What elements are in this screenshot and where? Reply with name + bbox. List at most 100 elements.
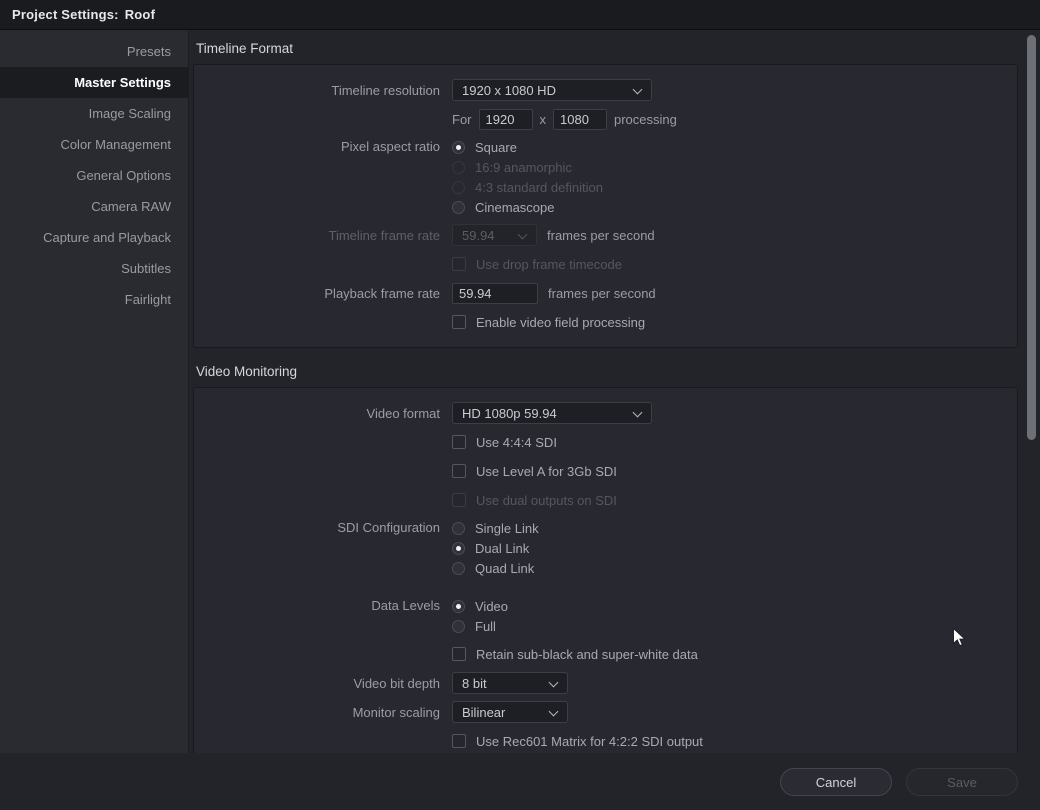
radio-sdi-dual-link[interactable]: Dual Link [452, 538, 539, 558]
radio-label-cinemascope: Cinemascope [475, 199, 555, 215]
settings-content: Timeline Format Timeline resolution 1920… [189, 30, 1040, 753]
spacer-data-levels [194, 585, 1017, 596]
dialog-title: Project Settings: Roof [12, 7, 155, 22]
vertical-scrollbar[interactable] [1027, 34, 1036, 749]
checkbox-label-enable-video-field-processing: Enable video field processing [476, 314, 646, 330]
radio-pixel-aspect-16-9-anamorphic: 16:9 anamorphic [452, 157, 603, 177]
checkbox-label-use-dual-outputs: Use dual outputs on SDI [476, 492, 617, 508]
row-sdi-configuration: SDI Configuration Single Link Dual Link [194, 518, 1017, 578]
radio-group-data-levels: Video Full [452, 596, 508, 636]
sidebar-item-camera-raw[interactable]: Camera RAW [0, 191, 188, 222]
chevron-down-icon [634, 408, 643, 417]
save-button: Save [906, 768, 1018, 796]
label-for: For [452, 111, 472, 127]
select-video-bit-depth-value: 8 bit [462, 675, 487, 691]
radio-pixel-aspect-cinemascope[interactable]: Cinemascope [452, 197, 603, 217]
checkbox-use-level-a-for-3gb-sdi[interactable]: Use Level A for 3Gb SDI [452, 461, 617, 481]
radio-data-levels-video[interactable]: Video [452, 596, 508, 616]
radio-data-levels-full[interactable]: Full [452, 616, 508, 636]
select-monitor-scaling-value: Bilinear [462, 704, 506, 720]
checkbox-use-444-sdi[interactable]: Use 4:4:4 SDI [452, 432, 557, 452]
dialog-footer: Cancel Save [0, 753, 1040, 810]
row-use-rec601: Use Rec601 Matrix for 4:2:2 SDI output [194, 730, 1017, 752]
sidebar-item-master-settings[interactable]: Master Settings [0, 67, 188, 98]
dialog-body: Presets Master Settings Image Scaling Co… [0, 30, 1040, 753]
radio-sdi-quad-link[interactable]: Quad Link [452, 558, 539, 578]
radio-dot-icon [452, 160, 465, 174]
select-timeline-resolution-value: 1920 x 1080 HD [462, 82, 556, 98]
radio-dot-icon [452, 619, 465, 633]
checkbox-use-rec601-matrix[interactable]: Use Rec601 Matrix for 4:2:2 SDI output [452, 731, 703, 751]
checkbox-box-icon [452, 315, 466, 329]
sidebar-item-presets[interactable]: Presets [0, 36, 188, 67]
dialog-titlebar: Project Settings: Roof [0, 0, 1040, 30]
sidebar-item-general-options[interactable]: General Options [0, 160, 188, 191]
row-retain-sub-black: Retain sub-black and super-white data [194, 643, 1017, 665]
radio-label-square: Square [475, 139, 517, 155]
radio-sdi-single-link[interactable]: Single Link [452, 518, 539, 538]
checkbox-enable-video-field-processing[interactable]: Enable video field processing [452, 312, 645, 332]
row-use-drop-frame-timecode: Use drop frame timecode [194, 253, 1017, 275]
row-timeline-resolution: Timeline resolution 1920 x 1080 HD [194, 79, 1017, 101]
row-use-dual-outputs: Use dual outputs on SDI [194, 489, 1017, 511]
chevron-down-icon [550, 678, 559, 687]
settings-sidebar: Presets Master Settings Image Scaling Co… [0, 30, 189, 753]
label-timeline-fps-suffix: frames per second [547, 227, 655, 243]
checkbox-box-icon [452, 435, 466, 449]
project-settings-dialog: Project Settings: Roof Presets Master Set… [0, 0, 1040, 810]
checkbox-box-icon [452, 493, 466, 507]
label-monitor-scaling: Monitor scaling [352, 704, 440, 720]
radio-label-video: Video [475, 598, 509, 614]
row-processing-resolution: For x processing [194, 108, 1017, 130]
label-timeline-resolution: Timeline resolution [331, 82, 440, 98]
checkbox-label-use-level-a: Use Level A for 3Gb SDI [476, 463, 617, 479]
radio-label-full: Full [475, 618, 496, 634]
sidebar-item-image-scaling[interactable]: Image Scaling [0, 98, 188, 129]
radio-dot-icon [452, 180, 465, 194]
label-data-levels: Data Levels [371, 598, 440, 613]
select-video-format-value: HD 1080p 59.94 [462, 405, 557, 421]
row-video-bit-depth: Video bit depth 8 bit [194, 672, 1017, 694]
vertical-scrollbar-thumb[interactable] [1027, 35, 1036, 440]
select-video-bit-depth[interactable]: 8 bit [452, 672, 568, 694]
radio-dot-icon [452, 521, 465, 535]
dialog-title-prefix: Project Settings: [12, 7, 119, 22]
checkbox-box-icon [452, 464, 466, 478]
input-processing-height[interactable] [553, 108, 607, 130]
settings-scroll-area[interactable]: Timeline Format Timeline resolution 1920… [189, 30, 1040, 753]
row-enable-video-field-processing: Enable video field processing [194, 311, 1017, 333]
radio-pixel-aspect-square[interactable]: Square [452, 137, 603, 157]
input-processing-width[interactable] [478, 108, 533, 130]
select-timeline-frame-rate: 59.94 [452, 224, 537, 246]
row-monitor-scaling: Monitor scaling Bilinear [194, 701, 1017, 723]
checkbox-label-retain-sub-black: Retain sub-black and super-white data [476, 646, 698, 662]
radio-label-single-link: Single Link [475, 520, 539, 536]
radio-dot-icon [452, 200, 465, 214]
radio-dot-icon [452, 561, 465, 575]
checkbox-use-dual-outputs-on-sdi: Use dual outputs on SDI [452, 490, 617, 510]
label-sdi-configuration: SDI Configuration [337, 520, 440, 535]
radio-group-sdi-configuration: Single Link Dual Link Quad Link [452, 518, 539, 578]
input-playback-frame-rate[interactable] [452, 282, 538, 304]
sidebar-item-capture-and-playback[interactable]: Capture and Playback [0, 222, 188, 253]
section-title-timeline-format: Timeline Format [196, 41, 294, 56]
label-x: x [539, 111, 547, 127]
row-pixel-aspect-ratio: Pixel aspect ratio Square 16:9 anamorphi… [194, 137, 1017, 217]
sidebar-item-fairlight[interactable]: Fairlight [0, 284, 188, 315]
select-video-format[interactable]: HD 1080p 59.94 [452, 402, 652, 424]
select-timeline-frame-rate-value: 59.94 [462, 227, 495, 243]
cancel-button[interactable]: Cancel [780, 768, 892, 796]
select-monitor-scaling[interactable]: Bilinear [452, 701, 568, 723]
row-playback-frame-rate: Playback frame rate frames per second [194, 282, 1017, 304]
checkbox-retain-sub-black-super-white[interactable]: Retain sub-black and super-white data [452, 644, 698, 664]
radio-label-quad-link: Quad Link [475, 560, 535, 576]
select-timeline-resolution[interactable]: 1920 x 1080 HD [452, 79, 652, 101]
checkbox-use-drop-frame-timecode: Use drop frame timecode [452, 254, 622, 274]
section-title-video-monitoring: Video Monitoring [196, 364, 298, 379]
radio-label-4-3-standard: 4:3 standard definition [475, 179, 603, 195]
sidebar-item-subtitles[interactable]: Subtitles [0, 253, 188, 284]
sidebar-item-color-management[interactable]: Color Management [0, 129, 188, 160]
label-playback-fps-suffix: frames per second [548, 285, 656, 301]
panel-timeline-format: Timeline resolution 1920 x 1080 HD For 1… [193, 64, 1018, 348]
label-timeline-frame-rate: Timeline frame rate [328, 227, 441, 243]
